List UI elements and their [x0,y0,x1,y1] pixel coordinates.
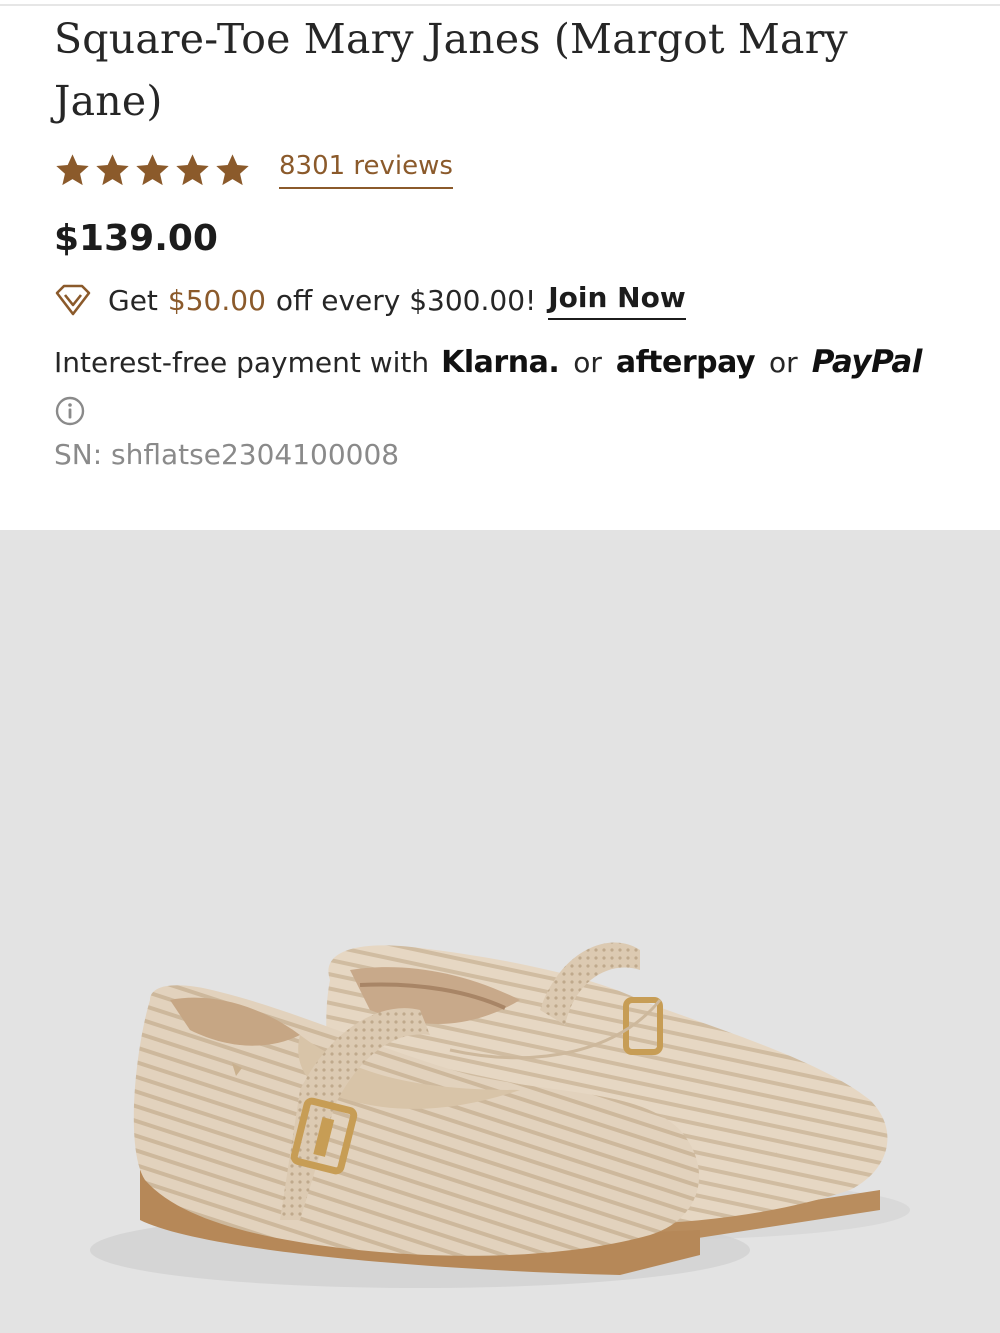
promo-suffix: off every $300.00! [275,283,537,317]
promo-amount: $50.00 [167,283,266,317]
diamond-icon [55,284,91,316]
afterpay-logo[interactable]: afterpay [616,345,756,380]
serial-number: SN: shflatse2304100008 [54,438,400,471]
promo-prefix: Get [108,283,158,317]
star-icon [216,153,249,185]
payment-or-1: or [573,345,602,379]
product-title: Square-Toe Mary Janes (Margot Mary Jane) [54,15,848,125]
star-icon [176,153,209,185]
product-price: $139.00 [54,218,218,259]
paypal-logo[interactable]: PayPal [812,344,923,380]
rating-row: 8301 reviews [54,146,453,194]
payment-intro: Interest-free payment with [54,345,430,379]
klarna-logo[interactable]: Klarna. [441,345,560,380]
join-now-link[interactable]: Join Now [548,281,686,320]
star-icon [96,153,129,185]
product-image-mary-janes[interactable] [0,530,1000,1333]
reviews-link[interactable]: 8301 reviews [279,151,453,189]
info-icon[interactable] [54,395,86,427]
star-rating [54,152,251,189]
payment-or-2: or [769,345,798,379]
membership-promo: Get $50.00 off every $300.00! Join Now [54,278,686,322]
star-icon [56,153,89,185]
top-divider [0,4,1000,6]
star-icon [136,153,169,185]
payment-options: Interest-free payment with Klarna. or af… [54,340,922,384]
shoe-illustration [90,942,910,1288]
